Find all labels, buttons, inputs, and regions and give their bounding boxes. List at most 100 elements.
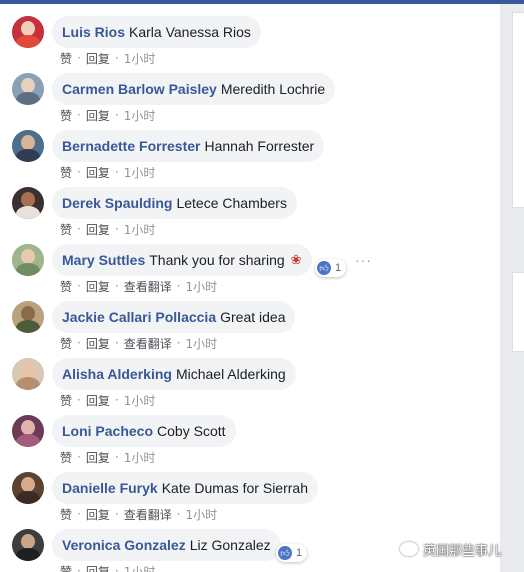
comment-text[interactable]: Liz Gonzalez <box>190 537 271 553</box>
separator-dot: · <box>114 108 119 122</box>
reply-link[interactable]: 回复 <box>86 50 110 67</box>
comment-item: Mary Suttles Thank you for sharing ❀ 👍︎ … <box>12 244 492 301</box>
reaction-number: 1 <box>335 262 342 274</box>
separator-dot: · <box>77 450 81 464</box>
reply-link[interactable]: 回复 <box>86 392 110 409</box>
reply-link[interactable]: 回复 <box>86 221 110 238</box>
right-sidebar-card <box>512 12 524 208</box>
comment-text[interactable]: Kate Dumas for Sierrah <box>162 480 308 496</box>
separator-dot: · <box>77 336 81 350</box>
reaction-count[interactable]: 👍︎ 1 <box>276 544 308 562</box>
comment-text[interactable]: Karla Vanessa Rios <box>129 24 251 40</box>
comment-timestamp[interactable]: 1小时 <box>186 506 218 523</box>
watermark-text: 英国那些事儿 <box>423 543 502 559</box>
like-link[interactable]: 赞 <box>60 164 72 181</box>
more-options-icon[interactable]: ··· <box>355 252 372 268</box>
comment-timestamp[interactable]: 1小时 <box>124 50 156 67</box>
reply-link[interactable]: 回复 <box>86 278 110 295</box>
separator-dot: · <box>114 165 119 179</box>
avatar[interactable] <box>12 358 44 390</box>
comment-timestamp[interactable]: 1小时 <box>124 563 156 572</box>
comment-text[interactable]: Hannah Forrester <box>205 138 315 154</box>
comment-timestamp[interactable]: 1小时 <box>124 449 156 466</box>
comment-item: Luis Rios Karla Vanessa Rios 赞 · 回复 · 1小时 <box>12 16 492 73</box>
avatar[interactable] <box>12 415 44 447</box>
separator-dot: · <box>77 507 81 521</box>
separator-dot: · <box>77 279 81 293</box>
like-link[interactable]: 赞 <box>60 107 72 124</box>
comment-author[interactable]: Loni Pacheco <box>62 423 153 439</box>
separator-dot: · <box>77 564 81 572</box>
comment-text[interactable]: Coby Scott <box>157 423 225 439</box>
reply-link[interactable]: 回复 <box>86 563 110 572</box>
see-translation-link[interactable]: 查看翻译 <box>124 506 172 523</box>
comment-timestamp[interactable]: 1小时 <box>124 164 156 181</box>
avatar[interactable] <box>12 187 44 219</box>
comment-author[interactable]: Mary Suttles <box>62 252 145 268</box>
comment-text[interactable]: Meredith Lochrie <box>221 81 325 97</box>
avatar[interactable] <box>12 301 44 333</box>
separator-dot: · <box>114 393 119 407</box>
comment-actions: 赞 · 回复 · 1小时 <box>60 449 155 465</box>
separator-dot: · <box>176 507 181 521</box>
reply-link[interactable]: 回复 <box>86 449 110 466</box>
like-icon: 👍︎ <box>278 546 292 560</box>
comment-actions: 赞 · 回复 · 1小时 <box>60 221 155 237</box>
comment-bubble: Alisha Alderking Michael Alderking <box>52 358 296 390</box>
avatar[interactable] <box>12 130 44 162</box>
comment-actions: 赞 · 回复 · 1小时 <box>60 563 155 572</box>
wechat-icon <box>400 542 418 556</box>
comment-text[interactable]: Michael Alderking <box>176 366 286 382</box>
comment-author[interactable]: Luis Rios <box>62 24 125 40</box>
avatar[interactable] <box>12 244 44 276</box>
comment-text[interactable]: Letece Chambers <box>176 195 287 211</box>
comment-item: Danielle Furyk Kate Dumas for Sierrah 赞 ·… <box>12 472 492 529</box>
comment-actions: 赞 · 回复 · 查看翻译 · 1小时 <box>60 506 217 522</box>
avatar[interactable] <box>12 73 44 105</box>
comment-bubble: Derek Spaulding Letece Chambers <box>52 187 297 219</box>
see-translation-link[interactable]: 查看翻译 <box>124 278 172 295</box>
comment-timestamp[interactable]: 1小时 <box>124 392 156 409</box>
comment-bubble: Mary Suttles Thank you for sharing ❀ <box>52 244 312 276</box>
comment-item: Loni Pacheco Coby Scott 赞 · 回复 · 1小时 <box>12 415 492 472</box>
separator-dot: · <box>114 51 119 65</box>
comment-feed: Luis Rios Karla Vanessa Rios 赞 · 回复 · 1小时 … <box>0 4 500 572</box>
comment-author[interactable]: Danielle Furyk <box>62 480 158 496</box>
comment-item: Derek Spaulding Letece Chambers 赞 · 回复 · 1… <box>12 187 492 244</box>
comment-author[interactable]: Veronica Gonzalez <box>62 537 186 553</box>
comment-author[interactable]: Alisha Alderking <box>62 366 172 382</box>
reaction-count[interactable]: 👍︎ 1 <box>315 259 347 277</box>
comment-text[interactable]: Thank you for sharing <box>149 252 284 268</box>
like-link[interactable]: 赞 <box>60 506 72 523</box>
avatar[interactable] <box>12 529 44 561</box>
comment-timestamp[interactable]: 1小时 <box>186 278 218 295</box>
separator-dot: · <box>77 222 81 236</box>
comment-timestamp[interactable]: 1小时 <box>124 107 156 124</box>
like-link[interactable]: 赞 <box>60 392 72 409</box>
like-link[interactable]: 赞 <box>60 221 72 238</box>
comment-bubble: Bernadette Forrester Hannah Forrester <box>52 130 325 162</box>
comment-author[interactable]: Jackie Callari Pollaccia <box>62 309 216 325</box>
reaction-number: 1 <box>296 547 303 559</box>
reply-link[interactable]: 回复 <box>86 107 110 124</box>
comment-timestamp[interactable]: 1小时 <box>124 221 156 238</box>
avatar[interactable] <box>12 472 44 504</box>
separator-dot: · <box>114 336 119 350</box>
like-link[interactable]: 赞 <box>60 563 72 572</box>
comment-text[interactable]: Great idea <box>220 309 285 325</box>
comment-timestamp[interactable]: 1小时 <box>186 335 218 352</box>
like-link[interactable]: 赞 <box>60 449 72 466</box>
comment-author[interactable]: Carmen Barlow Paisley <box>62 81 217 97</box>
like-link[interactable]: 赞 <box>60 335 72 352</box>
like-link[interactable]: 赞 <box>60 278 72 295</box>
avatar[interactable] <box>12 16 44 48</box>
separator-dot: · <box>77 51 81 65</box>
reply-link[interactable]: 回复 <box>86 506 110 523</box>
like-link[interactable]: 赞 <box>60 50 72 67</box>
reply-link[interactable]: 回复 <box>86 164 110 181</box>
comment-author[interactable]: Bernadette Forrester <box>62 138 201 154</box>
comment-author[interactable]: Derek Spaulding <box>62 195 172 211</box>
see-translation-link[interactable]: 查看翻译 <box>124 335 172 352</box>
reply-link[interactable]: 回复 <box>86 335 110 352</box>
comment-item: Bernadette Forrester Hannah Forrester 赞 ·… <box>12 130 492 187</box>
